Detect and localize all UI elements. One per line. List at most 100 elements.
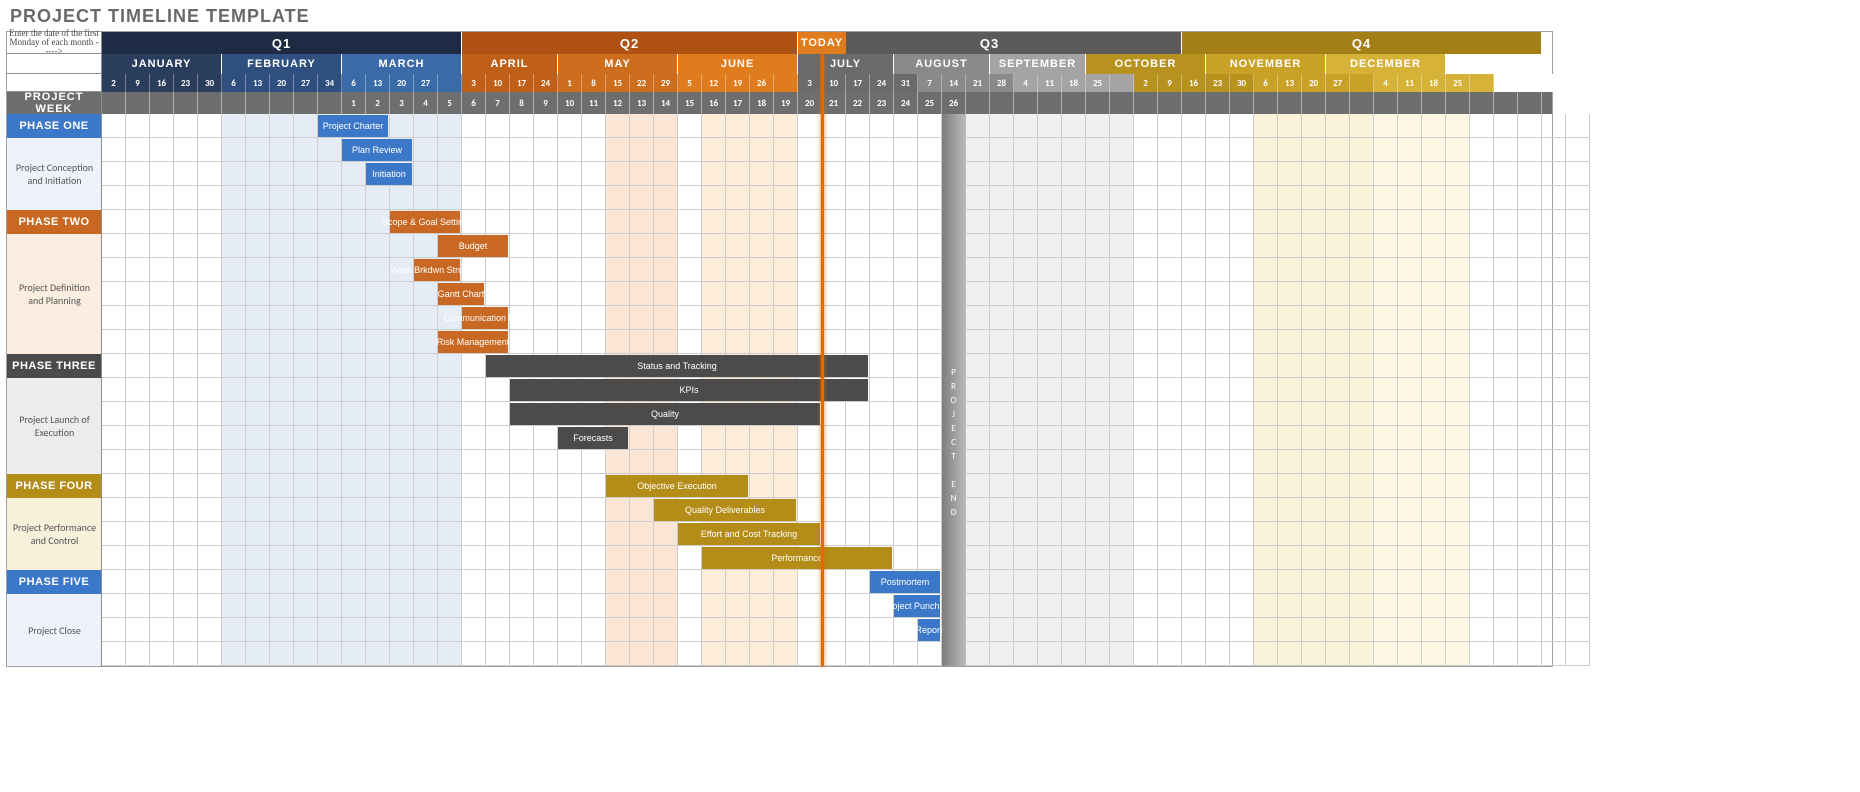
grid-cell[interactable] <box>1494 186 1518 210</box>
grid-cell[interactable] <box>1566 162 1590 186</box>
grid-cell[interactable] <box>1014 186 1038 210</box>
grid-cell[interactable] <box>1254 570 1278 594</box>
grid-cell[interactable] <box>1518 618 1542 642</box>
grid-cell[interactable] <box>222 522 246 546</box>
grid-cell[interactable] <box>558 282 582 306</box>
grid-cell[interactable] <box>1182 186 1206 210</box>
grid-cell[interactable] <box>534 642 558 666</box>
grid-cell[interactable] <box>126 594 150 618</box>
grid-cell[interactable] <box>1542 594 1566 618</box>
grid-cell[interactable] <box>894 162 918 186</box>
grid-cell[interactable] <box>1518 282 1542 306</box>
grid-cell[interactable] <box>1350 402 1374 426</box>
grid-cell[interactable] <box>1110 522 1134 546</box>
grid-cell[interactable] <box>510 186 534 210</box>
grid-cell[interactable] <box>270 234 294 258</box>
grid-cell[interactable] <box>1038 234 1062 258</box>
grid-cell[interactable] <box>534 546 558 570</box>
grid-cell[interactable] <box>1470 402 1494 426</box>
grid-cell[interactable] <box>654 522 678 546</box>
grid-cell[interactable] <box>1158 258 1182 282</box>
grid-cell[interactable] <box>462 186 486 210</box>
grid-cell[interactable] <box>534 426 558 450</box>
grid-cell[interactable] <box>1182 474 1206 498</box>
grid-cell[interactable] <box>102 138 126 162</box>
grid-cell[interactable] <box>342 474 366 498</box>
grid-cell[interactable] <box>1518 498 1542 522</box>
grid-cell[interactable] <box>486 258 510 282</box>
grid-cell[interactable] <box>678 642 702 666</box>
grid-cell[interactable] <box>1158 618 1182 642</box>
grid-cell[interactable] <box>270 570 294 594</box>
grid-cell[interactable] <box>246 306 270 330</box>
grid-cell[interactable] <box>1134 570 1158 594</box>
grid-cell[interactable] <box>630 522 654 546</box>
grid-cell[interactable] <box>198 426 222 450</box>
grid-cell[interactable] <box>990 306 1014 330</box>
grid-cell[interactable] <box>1374 162 1398 186</box>
grid-cell[interactable] <box>606 210 630 234</box>
grid-cell[interactable] <box>1326 138 1350 162</box>
grid-cell[interactable] <box>174 450 198 474</box>
grid-cell[interactable] <box>1182 354 1206 378</box>
grid-cell[interactable] <box>318 162 342 186</box>
grid-cell[interactable] <box>774 186 798 210</box>
grid-cell[interactable] <box>750 282 774 306</box>
grid-cell[interactable] <box>1302 114 1326 138</box>
grid-cell[interactable] <box>678 138 702 162</box>
grid-cell[interactable] <box>1254 114 1278 138</box>
grid-cell[interactable] <box>390 186 414 210</box>
grid-cell[interactable] <box>1278 234 1302 258</box>
grid-cell[interactable] <box>822 138 846 162</box>
grid-cell[interactable] <box>342 330 366 354</box>
grid-cell[interactable] <box>1110 354 1134 378</box>
grid-cell[interactable] <box>966 234 990 258</box>
grid-cell[interactable] <box>294 330 318 354</box>
grid-cell[interactable] <box>582 618 606 642</box>
grid-cell[interactable] <box>534 210 558 234</box>
grid-cell[interactable] <box>606 282 630 306</box>
grid-cell[interactable] <box>750 330 774 354</box>
grid-cell[interactable] <box>1326 474 1350 498</box>
grid-cell[interactable] <box>1014 162 1038 186</box>
grid-cell[interactable] <box>750 114 774 138</box>
grid-cell[interactable] <box>1566 570 1590 594</box>
grid-cell[interactable] <box>222 234 246 258</box>
grid-cell[interactable] <box>534 570 558 594</box>
grid-cell[interactable] <box>1398 402 1422 426</box>
grid-cell[interactable] <box>1278 642 1302 666</box>
grid-cell[interactable] <box>990 546 1014 570</box>
grid-cell[interactable] <box>414 162 438 186</box>
grid-cell[interactable] <box>654 594 678 618</box>
grid-cell[interactable] <box>1014 354 1038 378</box>
grid-cell[interactable] <box>1470 306 1494 330</box>
grid-cell[interactable] <box>1278 258 1302 282</box>
grid-cell[interactable] <box>1326 642 1350 666</box>
grid-cell[interactable] <box>1230 426 1254 450</box>
grid-cell[interactable] <box>702 210 726 234</box>
grid-cell[interactable] <box>126 138 150 162</box>
grid-cell[interactable] <box>102 186 126 210</box>
grid-cell[interactable] <box>1350 594 1374 618</box>
grid-cell[interactable] <box>678 258 702 282</box>
grid-cell[interactable] <box>246 474 270 498</box>
grid-cell[interactable] <box>294 258 318 282</box>
grid-cell[interactable] <box>1494 114 1518 138</box>
grid-cell[interactable] <box>1446 498 1470 522</box>
grid-cell[interactable] <box>150 402 174 426</box>
grid-cell[interactable] <box>1518 522 1542 546</box>
grid-cell[interactable] <box>966 618 990 642</box>
grid-cell[interactable] <box>462 378 486 402</box>
grid-cell[interactable] <box>1182 282 1206 306</box>
grid-cell[interactable] <box>1398 474 1422 498</box>
grid-cell[interactable] <box>894 498 918 522</box>
grid-cell[interactable] <box>462 498 486 522</box>
grid-cell[interactable] <box>390 498 414 522</box>
grid-cell[interactable] <box>1326 546 1350 570</box>
grid-cell[interactable] <box>894 210 918 234</box>
grid-cell[interactable] <box>1302 330 1326 354</box>
grid-cell[interactable] <box>1254 378 1278 402</box>
grid-cell[interactable] <box>678 618 702 642</box>
grid-cell[interactable] <box>222 498 246 522</box>
grid-cell[interactable] <box>918 162 942 186</box>
